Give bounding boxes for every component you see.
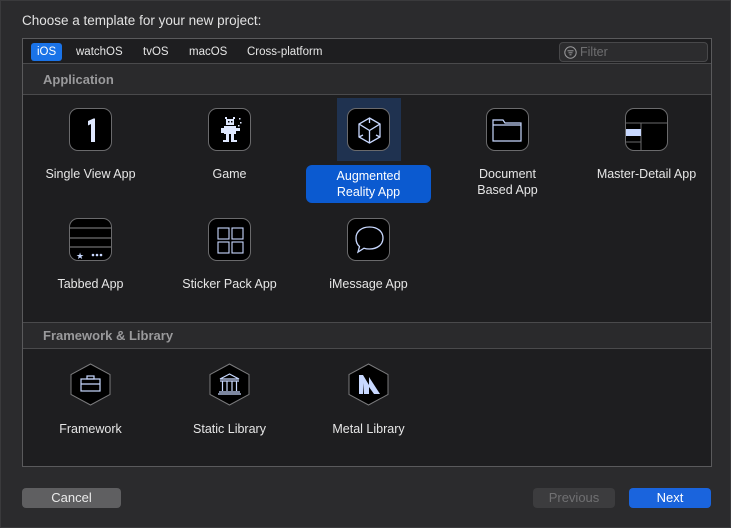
template-document-based-app[interactable]: Document Based App	[438, 108, 577, 208]
template-label: Metal Library	[332, 422, 405, 436]
single-view-icon	[69, 108, 112, 151]
tab-tvos[interactable]: tvOS	[137, 43, 175, 61]
tab-cross-platform[interactable]: Cross-platform	[241, 43, 328, 61]
sticker-grid-icon	[208, 218, 251, 261]
ar-cube-icon	[347, 108, 390, 151]
template-label: iMessage App	[329, 277, 408, 291]
tab-watchos[interactable]: watchOS	[70, 43, 129, 61]
section-header-application: Application	[23, 64, 711, 95]
template-metal-library[interactable]: Metal Library	[299, 363, 438, 463]
filter-icon	[564, 46, 577, 59]
message-bubble-icon	[347, 218, 390, 261]
template-imessage-app[interactable]: iMessage App	[299, 218, 438, 318]
master-detail-icon	[625, 108, 668, 151]
section-title: Application	[43, 72, 114, 87]
template-master-detail-app[interactable]: Master-Detail App	[577, 108, 716, 208]
template-sticker-pack-app[interactable]: Sticker Pack App	[160, 218, 299, 318]
template-label: Game	[212, 167, 247, 181]
template-framework[interactable]: Framework	[21, 363, 160, 463]
template-static-library[interactable]: Static Library	[160, 363, 299, 463]
template-label: Augmented Reality App	[306, 165, 431, 203]
section-header-framework-library: Framework & Library	[23, 322, 711, 349]
previous-button[interactable]: Previous	[533, 488, 615, 508]
template-label: Single View App	[45, 167, 136, 181]
template-tabbed-app[interactable]: ★ Tabbed App	[21, 218, 160, 318]
svg-text:★: ★	[76, 252, 84, 261]
tab-ios[interactable]: iOS	[31, 43, 63, 61]
template-label: Master-Detail App	[596, 167, 697, 181]
next-button[interactable]: Next	[629, 488, 711, 508]
dialog-prompt: Choose a template for your new project:	[22, 13, 262, 28]
toolbox-icon	[70, 363, 111, 406]
new-project-dialog: Choose a template for your new project: …	[0, 0, 731, 528]
template-game[interactable]: Game	[160, 108, 299, 208]
template-label: Static Library	[193, 422, 266, 436]
section-title: Framework & Library	[43, 328, 174, 343]
filter-field[interactable]	[559, 42, 708, 62]
template-label: Framework	[59, 422, 122, 436]
template-label: Sticker Pack App	[182, 277, 277, 291]
cancel-button[interactable]: Cancel	[22, 488, 121, 508]
platform-tab-bar: iOS watchOS tvOS macOS Cross-platform	[23, 39, 711, 64]
game-icon	[208, 108, 251, 151]
template-augmented-reality-app[interactable]: Augmented Reality App	[299, 98, 438, 208]
tab-macos[interactable]: macOS	[183, 43, 233, 61]
tabbed-icon: ★	[69, 218, 112, 261]
template-label: Document Based App	[477, 167, 538, 197]
library-building-icon	[209, 363, 250, 406]
template-panel: iOS watchOS tvOS macOS Cross-platform Ap…	[22, 38, 712, 467]
folder-icon	[486, 108, 529, 151]
filter-input[interactable]	[580, 44, 704, 60]
template-single-view-app[interactable]: Single View App	[21, 108, 160, 208]
metal-icon	[348, 363, 389, 406]
template-label: Tabbed App	[57, 277, 124, 291]
